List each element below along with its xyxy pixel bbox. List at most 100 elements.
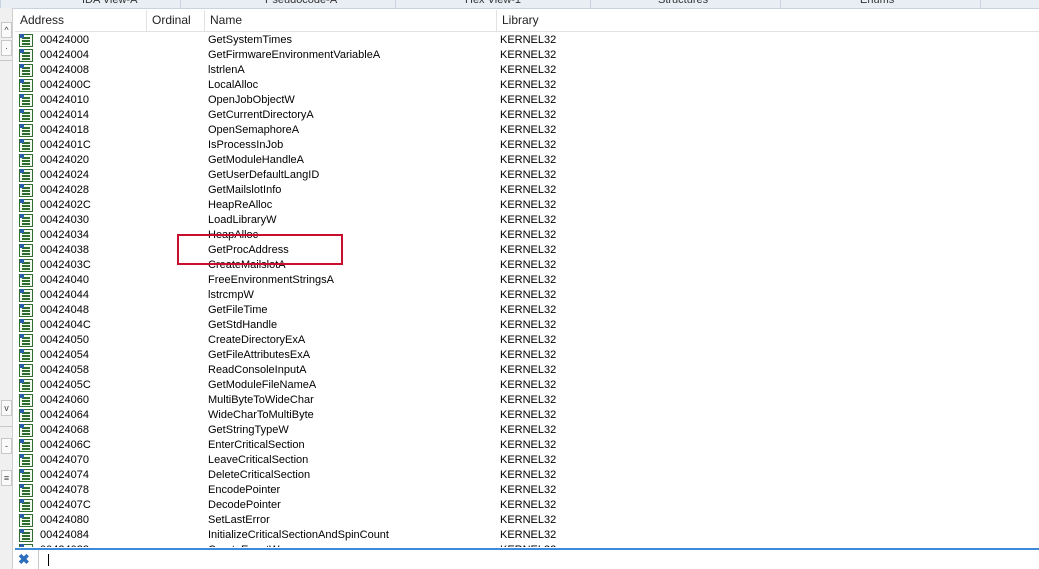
close-icon[interactable]: ✖ (18, 552, 30, 566)
table-row[interactable]: 00424044 lstrcmpW KERNEL32 (15, 288, 1039, 303)
tab-label: Structures (658, 0, 709, 6)
cell-library: KERNEL32 (500, 499, 557, 511)
column-header-name[interactable]: Name (205, 10, 497, 31)
import-entry-icon (19, 469, 33, 482)
cell-library: KERNEL32 (500, 319, 557, 331)
cell-address: 00424080 (40, 514, 89, 526)
table-row[interactable]: 0042402C HeapReAlloc KERNEL32 (15, 198, 1039, 213)
column-header-library[interactable]: Library (497, 10, 1039, 31)
cell-library: KERNEL32 (500, 124, 557, 136)
table-row[interactable]: 00424000 GetSystemTimes KERNEL32 (15, 33, 1039, 48)
tab-3[interactable]: Structures (658, 0, 708, 8)
table-row[interactable]: 00424010 OpenJobObjectW KERNEL32 (15, 93, 1039, 108)
table-row[interactable]: 0042404C GetStdHandle KERNEL32 (15, 318, 1039, 333)
cell-library: KERNEL32 (500, 49, 557, 61)
table-row[interactable]: 0042405C GetModuleFileNameA KERNEL32 (15, 378, 1039, 393)
cell-library: KERNEL32 (500, 454, 557, 466)
tab-separator (0, 0, 1, 8)
cell-library: KERNEL32 (500, 34, 557, 46)
table-row[interactable]: 00424030 LoadLibraryW KERNEL32 (15, 213, 1039, 228)
cell-address: 00424010 (40, 94, 89, 106)
import-entry-icon (19, 439, 33, 452)
cell-address: 00424060 (40, 394, 89, 406)
cell-address: 00424088 (40, 543, 89, 547)
import-entry-icon (19, 49, 33, 62)
table-row[interactable]: 0042403C CreateMailslotA KERNEL32 (15, 258, 1039, 273)
tab-2[interactable]: Hex View-1 (465, 0, 521, 8)
cell-address: 00424074 (40, 469, 89, 481)
table-row[interactable]: 00424018 OpenSemaphoreA KERNEL32 (15, 123, 1039, 138)
table-row[interactable]: 00424068 GetStringTypeW KERNEL32 (15, 423, 1039, 438)
column-header-address[interactable]: Address (15, 10, 147, 31)
table-row[interactable]: 0042401C IsProcessInJob KERNEL32 (15, 138, 1039, 153)
table-row[interactable]: 0042406C EnterCriticalSection KERNEL32 (15, 438, 1039, 453)
table-row[interactable]: 00424038 GetProcAddress KERNEL32 (15, 243, 1039, 258)
table-row[interactable]: 00424080 SetLastError KERNEL32 (15, 513, 1039, 528)
tab-4[interactable]: Enums (860, 0, 894, 8)
import-entry-icon (19, 214, 33, 227)
cell-name: FreeEnvironmentStringsA (208, 274, 334, 286)
cell-name: LeaveCriticalSection (208, 454, 309, 466)
table-row[interactable]: 00424004 GetFirmwareEnvironmentVariableA K… (15, 48, 1039, 63)
import-entry-icon (19, 454, 33, 467)
table-row[interactable]: 00424034 HeapAlloc KERNEL32 (15, 228, 1039, 243)
cell-address: 00424020 (40, 154, 89, 166)
cell-address: 00424014 (40, 109, 89, 121)
import-entry-icon (19, 274, 33, 287)
tab-separator (180, 0, 181, 8)
import-entry-icon (19, 499, 33, 512)
import-entry-icon (19, 64, 33, 77)
table-row[interactable]: 00424064 WideCharToMultiByte KERNEL32 (15, 408, 1039, 423)
table-row[interactable]: 00424020 GetModuleHandleA KERNEL32 (15, 153, 1039, 168)
table-row[interactable]: 00424040 FreeEnvironmentStringsA KERNEL32 (15, 273, 1039, 288)
table-row[interactable]: 00424028 GetMailslotInfo KERNEL32 (15, 183, 1039, 198)
cell-address: 00424004 (40, 49, 89, 61)
cell-name: EnterCriticalSection (208, 439, 305, 451)
table-row[interactable]: 00424060 MultiByteToWideChar KERNEL32 (15, 393, 1039, 408)
list-icon[interactable]: ≡ (1, 470, 12, 486)
import-entry-icon (19, 364, 33, 377)
table-row[interactable]: 00424070 LeaveCriticalSection KERNEL32 (15, 453, 1039, 468)
cell-name: DecodePointer (208, 499, 281, 511)
command-bar: ✖ (15, 548, 1039, 569)
import-entry-icon (19, 349, 33, 362)
import-entry-icon (19, 529, 33, 542)
table-row[interactable]: 00424084 InitializeCriticalSectionAndSpin… (15, 528, 1039, 543)
table-row[interactable]: 00424054 GetFileAttributesExA KERNEL32 (15, 348, 1039, 363)
table-row[interactable]: 00424048 GetFileTime KERNEL32 (15, 303, 1039, 318)
cell-name: GetStdHandle (208, 319, 278, 331)
table-row[interactable]: 00424078 EncodePointer KERNEL32 (15, 483, 1039, 498)
table-row[interactable]: 00424050 CreateDirectoryExA KERNEL32 (15, 333, 1039, 348)
cell-name: LoadLibraryW (208, 214, 277, 226)
table-row[interactable]: 00424014 GetCurrentDirectoryA KERNEL32 (15, 108, 1039, 123)
table-row[interactable]: 0042400C LocalAlloc KERNEL32 (15, 78, 1039, 93)
cell-address: 00424038 (40, 244, 89, 256)
import-entry-icon (19, 79, 33, 92)
cell-address: 0042405C (40, 379, 91, 391)
chevron-down-icon[interactable]: v (1, 400, 12, 416)
table-row[interactable]: 00424088 CreateEventW KERNEL32 (15, 543, 1039, 547)
table-row[interactable]: 00424074 DeleteCriticalSection KERNEL32 (15, 468, 1039, 483)
cell-address: 00424000 (40, 34, 89, 46)
tab-0[interactable]: IDA View-A (82, 0, 137, 8)
table-row[interactable]: 00424058 ReadConsoleInputA KERNEL32 (15, 363, 1039, 378)
pin-icon[interactable]: · (1, 40, 12, 56)
cell-name: lstrlenA (208, 64, 245, 76)
import-entry-icon (19, 424, 33, 437)
column-header-ordinal[interactable]: Ordinal (147, 10, 205, 31)
table-row[interactable]: 00424024 GetUserDefaultLangID KERNEL32 (15, 168, 1039, 183)
import-entry-icon (19, 319, 33, 332)
tab-label: Hex View-1 (465, 0, 522, 6)
import-entry-icon (19, 484, 33, 497)
table-row[interactable]: 0042407C DecodePointer KERNEL32 (15, 498, 1039, 513)
tab-1[interactable]: Pseudocode-A (265, 0, 337, 8)
cell-library: KERNEL32 (500, 469, 557, 481)
cell-library: KERNEL32 (500, 154, 557, 166)
table-row[interactable]: 00424008 lstrlenA KERNEL32 (15, 63, 1039, 78)
chevron-up-icon[interactable]: ^ (1, 22, 12, 38)
cell-address: 00424044 (40, 289, 89, 301)
collapse-icon[interactable]: - (1, 438, 12, 454)
import-entry-icon (19, 199, 33, 212)
cell-address: 0042401C (40, 139, 91, 151)
command-input[interactable] (38, 550, 1039, 569)
